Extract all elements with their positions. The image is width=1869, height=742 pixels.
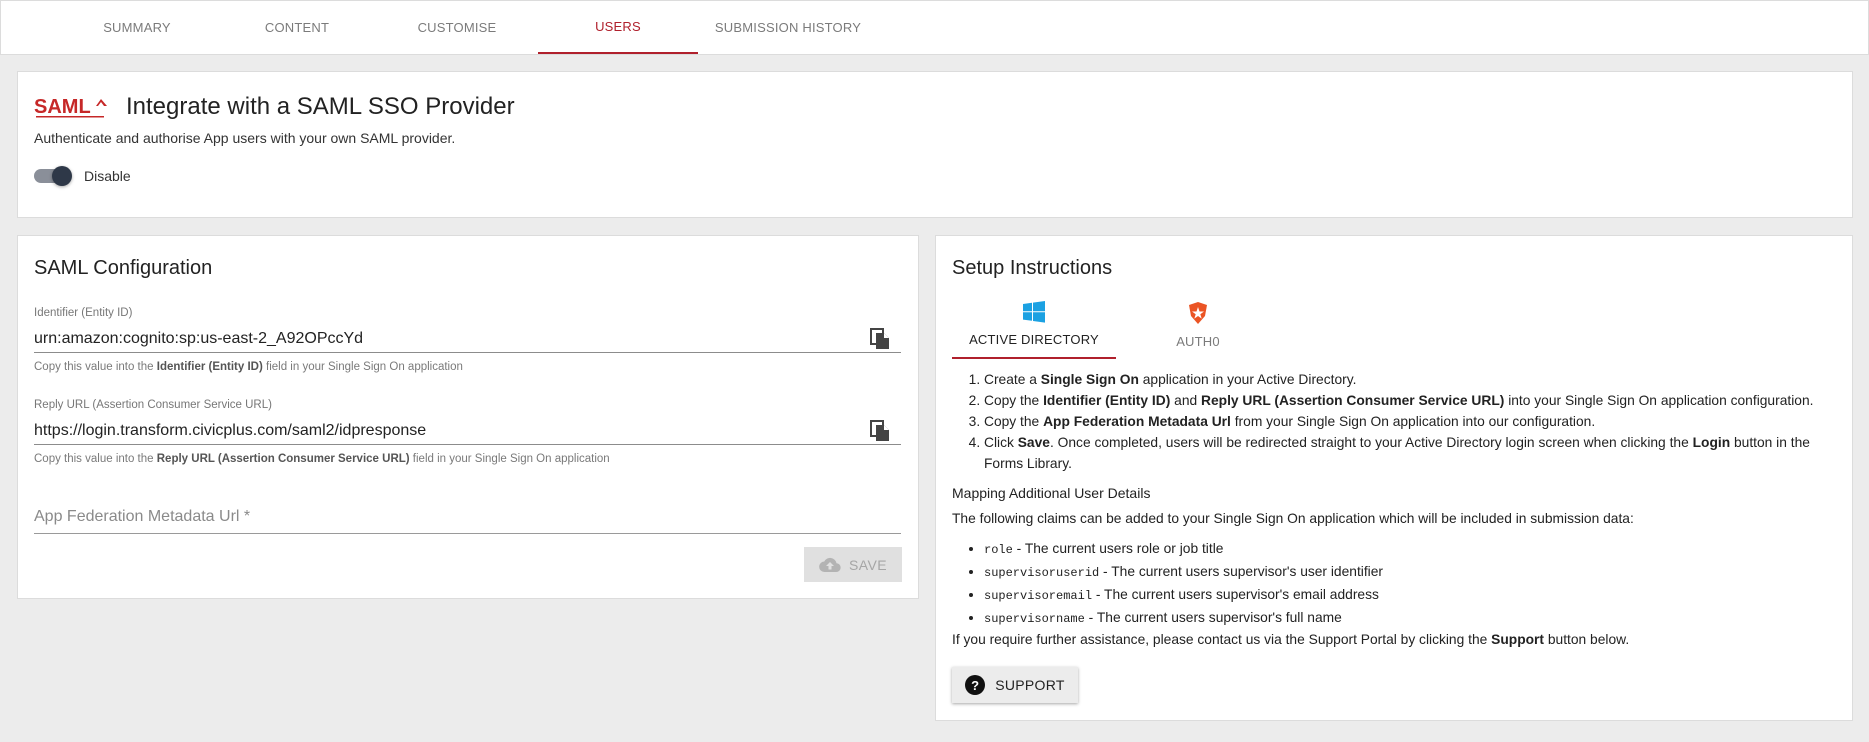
setup-title: Setup Instructions: [952, 257, 1113, 279]
identifier-value[interactable]: urn:amazon:cognito:sp:us-east-2_A92OPccY…: [34, 330, 867, 348]
toggle-label: Disable: [84, 168, 131, 184]
claim-item: supervisoremail - The current users supe…: [984, 584, 1844, 607]
reply-url-field: Reply URL (Assertion Consumer Service UR…: [34, 399, 901, 465]
tab-submission-history[interactable]: SUBMISSION HISTORY: [708, 1, 868, 54]
copy-reply-url-icon[interactable]: [867, 418, 893, 444]
support-label: SUPPORT: [995, 677, 1065, 693]
save-button[interactable]: SAVE: [804, 547, 902, 582]
tab-content[interactable]: CONTENT: [227, 1, 367, 54]
step-item: Click Save. Once completed, users will b…: [984, 432, 1844, 474]
tab-auth0-label: AUTH0: [1176, 334, 1220, 349]
save-label: SAVE: [849, 556, 887, 573]
integration-subtitle: Authenticate and authorise App users wit…: [34, 130, 456, 146]
saml-logo-text: SAML: [34, 96, 91, 118]
copy-identifier-icon[interactable]: [867, 326, 893, 352]
disable-toggle[interactable]: [34, 166, 72, 186]
config-title: SAML Configuration: [34, 257, 213, 279]
top-tab-bar: SUMMARY CONTENT CUSTOMISE USERS SUBMISSI…: [0, 0, 1869, 55]
help-icon: ?: [965, 675, 986, 695]
mapping-heading: Mapping Additional User Details: [952, 485, 1151, 501]
step-item: Copy the Identifier (Entity ID) and Repl…: [984, 390, 1844, 411]
metadata-url-input[interactable]: [34, 502, 901, 532]
claim-item: role - The current users role or job tit…: [984, 538, 1844, 561]
auth0-icon: [1186, 301, 1210, 328]
reply-url-value[interactable]: https://login.transform.civicplus.com/sa…: [34, 422, 867, 440]
cloud-upload-icon: [819, 557, 841, 572]
claims-list: role - The current users role or job tit…: [984, 538, 1844, 630]
saml-integration-card: SAML Integrate with a SAML SSO Provider …: [17, 71, 1853, 218]
assistance-text: If you require further assistance, pleas…: [952, 632, 1630, 647]
saml-configuration-card: SAML Configuration Identifier (Entity ID…: [17, 235, 919, 599]
tab-active-directory-label: ACTIVE DIRECTORY: [969, 332, 1099, 347]
saml-logo: SAML: [34, 92, 108, 122]
reply-url-help: Copy this value into the Reply URL (Asse…: [34, 453, 610, 465]
setup-tabs: ACTIVE DIRECTORY AUTH0: [952, 298, 1280, 359]
integration-title: Integrate with a SAML SSO Provider: [126, 93, 515, 120]
reply-url-label: Reply URL (Assertion Consumer Service UR…: [34, 399, 272, 411]
windows-icon: [1023, 301, 1045, 326]
identifier-field: Identifier (Entity ID) urn:amazon:cognit…: [34, 307, 901, 373]
tab-auth0[interactable]: AUTH0: [1116, 298, 1280, 359]
tab-users[interactable]: USERS: [538, 1, 698, 54]
setup-instructions-card: Setup Instructions ACTIVE DIRECTORY AUTH…: [935, 235, 1853, 721]
step-item: Create a Single Sign On application in y…: [984, 369, 1844, 390]
tab-summary[interactable]: SUMMARY: [67, 1, 207, 54]
identifier-label: Identifier (Entity ID): [34, 307, 133, 319]
tab-active-directory[interactable]: ACTIVE DIRECTORY: [952, 298, 1116, 359]
metadata-url-field: [34, 502, 901, 534]
step-item: Copy the App Federation Metadata Url fro…: [984, 411, 1844, 432]
support-button[interactable]: ? SUPPORT: [952, 667, 1078, 703]
claims-intro: The following claims can be added to you…: [952, 511, 1634, 526]
toggle-knob: [52, 166, 72, 186]
setup-steps: Create a Single Sign On application in y…: [984, 369, 1844, 474]
claim-item: supervisoruserid - The current users sup…: [984, 561, 1844, 584]
tab-customise[interactable]: CUSTOMISE: [387, 1, 527, 54]
identifier-help: Copy this value into the Identifier (Ent…: [34, 361, 463, 373]
claim-item: supervisorname - The current users super…: [984, 607, 1844, 630]
